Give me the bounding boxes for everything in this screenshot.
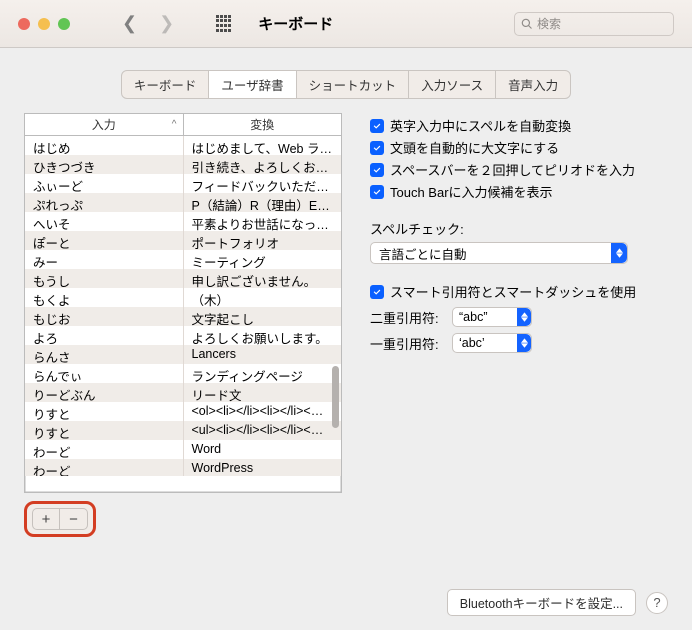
table-row[interactable]: よろよろしくお願いします。 (25, 326, 341, 345)
table-row[interactable]: わーどWord (25, 440, 341, 459)
table-row[interactable]: はじめはじめまして、Web ラ… (25, 136, 341, 155)
tab-4[interactable]: 音声入力 (496, 71, 570, 98)
table-row[interactable]: みーミーティング (25, 250, 341, 269)
minimize-icon[interactable] (38, 18, 50, 30)
zoom-icon[interactable] (58, 18, 70, 30)
table-row[interactable]: ぽーとポートフォリオ (25, 231, 341, 250)
search-placeholder: 検索 (537, 15, 561, 32)
single-quote-select[interactable]: ‘abc’ (452, 333, 532, 353)
bluetooth-keyboard-button[interactable]: Bluetoothキーボードを設定... (447, 589, 636, 616)
forward-button[interactable]: ❯ (159, 13, 174, 34)
table-row[interactable]: わーどWordPress (25, 459, 341, 476)
table-row[interactable]: りーどぶんリード文 (25, 383, 341, 402)
table-row[interactable]: もくよ（木） (25, 288, 341, 307)
remove-button[interactable]: − (60, 508, 88, 530)
titlebar: ❮ ❯ キーボード 検索 (0, 0, 692, 48)
close-icon[interactable] (18, 18, 30, 30)
single-quote-label: 一重引用符: (370, 334, 442, 353)
label-smart-quotes: スマート引用符とスマートダッシュを使用 (390, 282, 636, 301)
search-input[interactable]: 検索 (514, 12, 674, 36)
chevron-updown-icon (517, 334, 531, 352)
sort-indicator-icon: ^ (172, 119, 177, 130)
footer: Bluetoothキーボードを設定... ? (0, 589, 692, 616)
label-capitalize: 文頭を自動的に大文字にする (390, 138, 559, 157)
help-button[interactable]: ? (646, 592, 668, 614)
window-title: キーボード (258, 13, 333, 34)
column-header-output[interactable]: 変換 (184, 114, 342, 135)
table-row[interactable]: もじお文字起こし (25, 307, 341, 326)
double-quote-label: 二重引用符: (370, 308, 442, 327)
table-row[interactable]: ぷれっぷP（結論）R（理由）E… (25, 193, 341, 212)
column-header-input[interactable]: 入力 ^ (25, 114, 184, 135)
label-touchbar: Touch Barに入力候補を表示 (390, 182, 553, 201)
all-prefs-icon[interactable] (216, 15, 234, 33)
table-row[interactable]: りすと<ul><li></li><li></li><… (25, 421, 341, 440)
tabs-bar: キーボードユーザ辞書ショートカット入力ソース音声入力 (0, 70, 692, 99)
table-row[interactable]: もうし申し訳ございません。 (25, 269, 341, 288)
label-spacebar-period: スペースバーを２回押してピリオドを入力 (390, 160, 635, 179)
spellcheck-label: スペルチェック: (370, 219, 668, 238)
checkbox-smart-quotes[interactable] (370, 285, 384, 299)
label-spell-convert: 英字入力中にスペルを自動変換 (390, 116, 571, 135)
scrollbar-thumb[interactable] (332, 366, 339, 428)
tab-3[interactable]: 入力ソース (409, 71, 496, 98)
tab-0[interactable]: キーボード (122, 71, 210, 98)
table-row[interactable]: らんさLancers (25, 345, 341, 364)
checkbox-touchbar[interactable] (370, 185, 384, 199)
double-quote-select[interactable]: “abc” (452, 307, 532, 327)
table-row[interactable]: りすと<ol><li></li><li></li><… (25, 402, 341, 421)
table-row[interactable]: へいそ平素よりお世話になっ… (25, 212, 341, 231)
text-substitution-table: 入力 ^ 変換 はじめはじめまして、Web ラ…ひきつづき引き続き、よろしくお…… (24, 113, 342, 493)
spellcheck-select[interactable]: 言語ごとに自動 (370, 242, 628, 264)
table-row[interactable]: らんでぃランディングページ (25, 364, 341, 383)
window-controls (18, 18, 70, 30)
tab-1[interactable]: ユーザ辞書 (209, 71, 296, 98)
checkbox-spell-convert[interactable] (370, 119, 384, 133)
chevron-updown-icon (517, 308, 531, 326)
add-remove-group: + − (24, 501, 96, 537)
table-row[interactable]: ふぃーどフィードバックいただ… (25, 174, 341, 193)
add-button[interactable]: + (32, 508, 60, 530)
back-button[interactable]: ❮ (122, 13, 137, 34)
tab-2[interactable]: ショートカット (297, 71, 410, 98)
checkbox-capitalize[interactable] (370, 141, 384, 155)
table-row[interactable]: ひきつづき引き続き、よろしくお… (25, 155, 341, 174)
chevron-updown-icon (611, 243, 627, 263)
checkbox-spacebar-period[interactable] (370, 163, 384, 177)
